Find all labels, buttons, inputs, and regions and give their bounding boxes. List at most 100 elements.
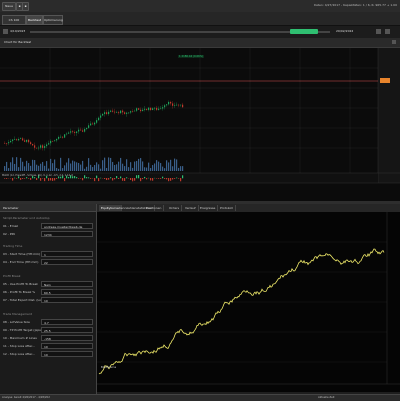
tab-positionen[interactable]: Positionen (144, 205, 164, 211)
candle (4, 143, 5, 144)
macd-bar (174, 178, 175, 179)
candle (68, 133, 69, 134)
macd-bar (30, 178, 31, 180)
export-dist-field[interactable]: 10 (41, 297, 93, 303)
candle (128, 113, 129, 114)
macd-bar (34, 177, 35, 178)
run-icon[interactable] (385, 29, 390, 34)
volume-bar (182, 166, 183, 171)
chart-header: Chart für Backtest (0, 38, 400, 48)
max-lines-field[interactable]: -158 (41, 335, 93, 341)
volume-bar (40, 164, 41, 171)
candle (62, 137, 63, 138)
volume-bar (42, 162, 43, 171)
param-row: 10 - Maximum # Lines -158 (3, 335, 93, 342)
macd-bar (122, 178, 123, 181)
macd-bar (86, 177, 87, 178)
param-row: 04 - End Time (HH:mm) 22 (3, 259, 93, 266)
tab-protokoll[interactable]: Protokoll (218, 205, 236, 211)
stop-loss-field-2[interactable]: 10 (41, 351, 93, 357)
candle (172, 103, 173, 105)
start-date[interactable]: 4/19/2023 (10, 29, 25, 33)
profit-break-field[interactable]: 60.5 (41, 289, 93, 295)
macd-bar (12, 178, 13, 181)
candle (60, 137, 61, 138)
candle (12, 139, 13, 141)
volume-bar (62, 168, 63, 171)
equity-chart[interactable] (97, 212, 400, 392)
candle (80, 130, 81, 131)
candle (22, 138, 23, 140)
macd-bar (28, 178, 29, 179)
start-time-field[interactable]: 1 (41, 251, 93, 257)
candle (36, 148, 37, 149)
lot-size-field[interactable]: 4.7 (41, 319, 93, 325)
candle (38, 148, 39, 149)
tab-orders[interactable]: Orders (167, 205, 182, 211)
candle (106, 112, 107, 114)
candle (180, 105, 181, 106)
stop-loss-field[interactable]: 10 (41, 343, 93, 349)
profit-target-field[interactable]: 25.5 (41, 327, 93, 333)
candle (176, 105, 177, 106)
volume-bar (160, 163, 161, 171)
macd-bar (126, 177, 127, 178)
close-icon[interactable] (392, 40, 396, 44)
candle (134, 111, 135, 112)
candle (34, 145, 35, 147)
tab-optimierung[interactable]: Optimierung (43, 15, 63, 25)
email-field[interactable]: andreas.mueller@web.de (41, 223, 93, 229)
volume-bar (114, 165, 115, 171)
tab-cs100[interactable]: CS 100 (2, 15, 26, 25)
volume-bar (82, 161, 83, 171)
candle (148, 108, 149, 110)
candle (90, 124, 91, 126)
date-range-slider[interactable] (30, 31, 330, 33)
macd-bar (100, 178, 101, 179)
macd-bar (84, 175, 85, 178)
calendar-icon-end[interactable] (376, 29, 381, 34)
macd-bar (40, 178, 41, 181)
volume-bar (164, 168, 165, 171)
volume-bar (144, 167, 145, 171)
use-profit-select[interactable]: Nein (41, 281, 93, 287)
file-menu-button[interactable]: Neue Datei (2, 2, 16, 11)
macd-bar (110, 177, 111, 178)
macd-bar (36, 178, 37, 180)
volume-bar (120, 158, 121, 171)
macd-bar (130, 178, 131, 180)
last-price-marker (380, 78, 390, 83)
tab-verlauf[interactable]: Verlauf (183, 205, 199, 211)
parameters-header: Parameter (0, 204, 96, 212)
pin-field[interactable]: 1234 (41, 231, 93, 237)
candle (66, 134, 67, 135)
macd-bar (124, 178, 125, 181)
candle (112, 111, 113, 112)
candle (82, 130, 83, 131)
volume-bar (92, 167, 93, 171)
volume-bar (8, 168, 9, 171)
candle (92, 124, 93, 125)
candle (74, 132, 75, 133)
parameters-title: Parameter (3, 206, 19, 210)
param-label: 12 - Stop Loss After... (3, 352, 35, 356)
macd-bar (94, 178, 95, 181)
macd-bar (54, 178, 55, 180)
candle (78, 130, 79, 132)
macd-bar (166, 178, 167, 179)
macd-bar (64, 178, 65, 181)
param-label: 11 - Stop Loss After... (3, 344, 35, 348)
tab-backtest[interactable]: Backtest (26, 15, 43, 25)
candle (20, 138, 21, 139)
end-time-field[interactable]: 22 (41, 259, 93, 265)
macd-bar (138, 175, 139, 178)
macd-bar (4, 178, 5, 179)
macd-bar (158, 178, 159, 179)
volume-bar (132, 168, 133, 171)
calendar-icon[interactable] (3, 29, 8, 34)
param-label: 10 - Maximum # Lines (3, 336, 37, 340)
toolbar-icon-b[interactable]: ▪ (22, 2, 29, 11)
tab-ereignisse[interactable]: Ereignisse (198, 205, 218, 211)
candle (64, 134, 65, 137)
end-date[interactable]: 29/02/2024 (336, 29, 353, 33)
